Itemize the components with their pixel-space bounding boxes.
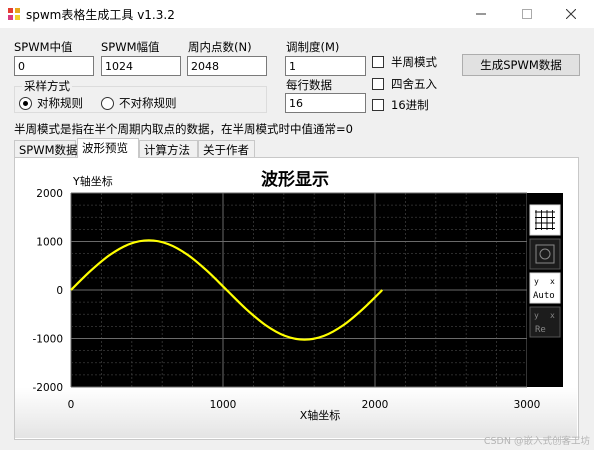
y-axis-label: Y轴坐标	[72, 174, 113, 188]
amplitude-input[interactable]	[101, 56, 181, 76]
y-tick-label: -1000	[32, 334, 63, 346]
reset-icon-axis: y	[534, 311, 539, 320]
points-label: 周内点数(N)	[188, 40, 252, 54]
close-button[interactable]	[548, 0, 594, 28]
x-tick-label: 0	[68, 399, 75, 411]
points-input[interactable]	[187, 56, 267, 76]
auto-scale-icon[interactable]: y x Auto	[529, 272, 561, 304]
minimize-icon	[476, 13, 486, 15]
grid-icon[interactable]	[529, 204, 561, 236]
auto-scale-icon-axis: y	[534, 277, 539, 286]
y-tick-label: 0	[56, 285, 63, 297]
zoom-fit-icon-bg	[529, 238, 561, 270]
symmetric-label: 对称规则	[37, 96, 83, 110]
auto-scale-icon-label: Auto	[533, 291, 555, 301]
title-bar: spwm表格生成工具 v1.3.2	[0, 0, 594, 28]
x-axis-label: X轴坐标	[300, 408, 341, 422]
symmetric-radio-dot[interactable]	[19, 96, 32, 110]
center-label: SPWM中值	[14, 40, 73, 54]
auto-scale-icon-axis: x	[550, 277, 555, 286]
rounding-checkbox[interactable]: 四舍五入	[372, 76, 437, 92]
y-tick-label: -2000	[32, 382, 63, 394]
half-cycle-box[interactable]	[372, 56, 384, 68]
per-row-input[interactable]	[285, 93, 366, 113]
zoom-fit-icon[interactable]	[529, 238, 561, 270]
app-icon	[8, 8, 20, 20]
tab-calc-method[interactable]: 计算方法	[139, 140, 198, 157]
close-icon	[566, 9, 576, 19]
x-tick-label: 1000	[210, 399, 237, 411]
window-title: spwm表格生成工具 v1.3.2	[26, 8, 175, 22]
reset-icon[interactable]: y x Re	[529, 306, 561, 338]
per-row-label: 每行数据	[286, 78, 332, 92]
hint-text: 半周模式是指在半个周期内取点的数据，在半周模式时中值通常=0	[14, 122, 353, 136]
watermark: CSDN @嵌入式创客工坊	[483, 436, 590, 447]
half-cycle-checkbox[interactable]: 半周模式	[372, 54, 437, 70]
minimize-button[interactable]	[458, 0, 504, 28]
half-cycle-label: 半周模式	[391, 55, 437, 69]
asymmetric-label: 不对称规则	[119, 96, 177, 110]
maximize-icon	[522, 9, 532, 19]
generate-button[interactable]: 生成SPWM数据	[462, 54, 580, 76]
hex-box[interactable]	[372, 99, 384, 111]
x-tick-label: 2000	[362, 399, 389, 411]
modulation-input[interactable]	[285, 56, 366, 76]
asymmetric-radio-dot[interactable]	[101, 96, 114, 110]
grid-icon-bg	[529, 204, 561, 236]
amplitude-label: SPWM幅值	[101, 40, 160, 54]
reset-icon-label: Re	[535, 325, 546, 335]
tab-spwm-data[interactable]: SPWM数据	[14, 140, 78, 157]
x-tick-label: 3000	[514, 399, 541, 411]
y-tick-label: 2000	[36, 188, 63, 200]
sampling-title: 采样方式	[22, 78, 72, 94]
wave-chart: 波形显示 Y轴坐标 X轴坐标 2000 1000 0 -1000 -2000 0 1000 2…	[15, 158, 577, 438]
asymmetric-radio[interactable]: 不对称规则	[101, 95, 177, 111]
hex-label: 16进制	[391, 98, 429, 112]
rounding-label: 四舍五入	[391, 77, 437, 91]
maximize-button[interactable]	[504, 0, 550, 28]
tab-wave-preview[interactable]: 波形预览	[77, 138, 139, 158]
symmetric-radio[interactable]: 对称规则	[19, 95, 83, 111]
center-input[interactable]	[14, 56, 94, 76]
chart-title: 波形显示	[261, 169, 329, 190]
tab-about-author[interactable]: 关于作者	[198, 140, 255, 157]
modulation-label: 调制度(M)	[286, 40, 340, 54]
hex-checkbox[interactable]: 16进制	[372, 97, 429, 113]
y-tick-label: 1000	[36, 237, 63, 249]
reset-icon-axis: x	[550, 311, 555, 320]
rounding-box[interactable]	[372, 78, 384, 90]
